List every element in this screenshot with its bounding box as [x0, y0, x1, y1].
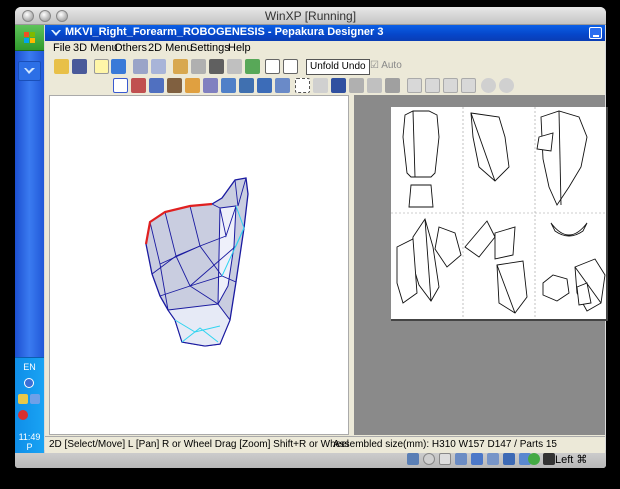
anchor-icon[interactable]: [209, 59, 224, 74]
windows-logo-icon: [24, 32, 35, 43]
cube-icon[interactable]: [111, 59, 126, 74]
rotate-right-icon[interactable]: [499, 78, 514, 93]
menu-2d[interactable]: 2D Menu: [148, 42, 193, 54]
page-icon[interactable]: [331, 78, 346, 93]
2d-view[interactable]: [351, 95, 608, 435]
clock: 11:49 P: [18, 432, 41, 452]
marquee-icon[interactable]: [295, 78, 310, 93]
menu-file[interactable]: File: [53, 42, 71, 54]
join-icon[interactable]: [245, 59, 260, 74]
align-top-icon[interactable]: [443, 78, 458, 93]
capture-icon[interactable]: [528, 453, 540, 465]
export-icon[interactable]: [367, 78, 382, 93]
text-icon[interactable]: [203, 78, 218, 93]
align-center-icon[interactable]: [425, 78, 440, 93]
menu-others[interactable]: Others: [114, 42, 147, 54]
xp-taskbar: EN 11:49 P: [15, 25, 44, 453]
status-mode-hint: 2D [Select/Move] L [Pan] R or Wheel Drag…: [49, 439, 350, 450]
minimize-icon: [593, 35, 599, 37]
menu-settings[interactable]: Settings: [190, 42, 230, 54]
toolbar-main: Unfold Undo ☑ Auto: [45, 57, 605, 77]
shared-folder-icon[interactable]: [503, 453, 515, 465]
app-titlebar: MKVI_Right_Forearm_ROBOGENESIS - Pepakur…: [45, 25, 605, 41]
app-icon: [51, 30, 61, 36]
arrow-icon[interactable]: [543, 453, 555, 465]
refresh-icon[interactable]: [275, 78, 290, 93]
auto-label: Auto: [381, 60, 402, 71]
users-icon[interactable]: [30, 394, 40, 404]
menu-3d[interactable]: 3D Menu: [73, 42, 118, 54]
layout-icon[interactable]: [385, 78, 400, 93]
app-title: MKVI_Right_Forearm_ROBOGENESIS - Pepakur…: [65, 26, 384, 38]
flap-icon[interactable]: [149, 78, 164, 93]
align-bottom-icon[interactable]: [461, 78, 476, 93]
language-indicator[interactable]: EN: [15, 362, 44, 372]
3d-view[interactable]: [49, 95, 349, 435]
scale-icon[interactable]: [185, 78, 200, 93]
disk-icon[interactable]: [407, 453, 419, 465]
view-dual-icon[interactable]: [283, 59, 298, 74]
select-icon[interactable]: [113, 78, 128, 93]
cd-icon[interactable]: [423, 453, 435, 465]
rotate-icon[interactable]: [133, 59, 148, 74]
unfold-undo-button[interactable]: Unfold Undo: [306, 59, 370, 75]
minimize-button[interactable]: [589, 27, 602, 39]
flip-icon[interactable]: [151, 59, 166, 74]
network-tray-icon[interactable]: [24, 378, 34, 388]
auto-checkbox[interactable]: ☑ Auto: [370, 60, 402, 71]
image-icon[interactable]: [221, 78, 236, 93]
texture-icon[interactable]: [167, 78, 182, 93]
3d-model[interactable]: [50, 96, 348, 434]
save-icon[interactable]: [72, 59, 87, 74]
menu-bar: File 3D Menu Others 2D Menu Settings Hel…: [45, 41, 605, 56]
grid-icon[interactable]: [313, 78, 328, 93]
pen-icon[interactable]: [455, 453, 467, 465]
paper-sheet[interactable]: [391, 107, 608, 321]
pencil-icon[interactable]: [173, 59, 188, 74]
alert-icon[interactable]: [18, 410, 28, 420]
rotate-left-icon[interactable]: [481, 78, 496, 93]
undo-icon[interactable]: [239, 78, 254, 93]
system-tray: EN 11:49 P: [15, 357, 44, 453]
status-bar: 2D [Select/Move] L [Pan] R or Wheel Drag…: [45, 436, 605, 451]
edge-tool-icon[interactable]: [131, 78, 146, 93]
host-key-label: Left ⌘: [555, 454, 588, 466]
host-titlebar: WinXP [Running]: [15, 7, 606, 25]
align-left-icon[interactable]: [407, 78, 422, 93]
usb-icon[interactable]: [487, 453, 499, 465]
app-window: MKVI_Right_Forearm_ROBOGENESIS - Pepakur…: [45, 25, 608, 453]
view-single-icon[interactable]: [265, 59, 280, 74]
network-icon[interactable]: [471, 453, 483, 465]
shield-icon[interactable]: [18, 394, 28, 404]
trash-icon[interactable]: [191, 59, 206, 74]
unfolded-parts: [391, 107, 606, 319]
pepakura-icon: [24, 68, 35, 74]
open-icon[interactable]: [54, 59, 69, 74]
menu-help[interactable]: Help: [228, 42, 251, 54]
taskbar-app-button[interactable]: [18, 61, 41, 81]
printer-icon[interactable]: [349, 78, 364, 93]
split-icon[interactable]: [227, 59, 242, 74]
host-window-title: WinXP [Running]: [264, 9, 357, 23]
status-assembled-size: Assembled size(mm): H310 W157 D147 / Par…: [333, 439, 557, 450]
lightbulb-icon[interactable]: [94, 59, 109, 74]
floppy-icon[interactable]: [439, 453, 451, 465]
start-button[interactable]: [15, 25, 44, 51]
redo-icon[interactable]: [257, 78, 272, 93]
toolbar-edit: [45, 76, 605, 96]
